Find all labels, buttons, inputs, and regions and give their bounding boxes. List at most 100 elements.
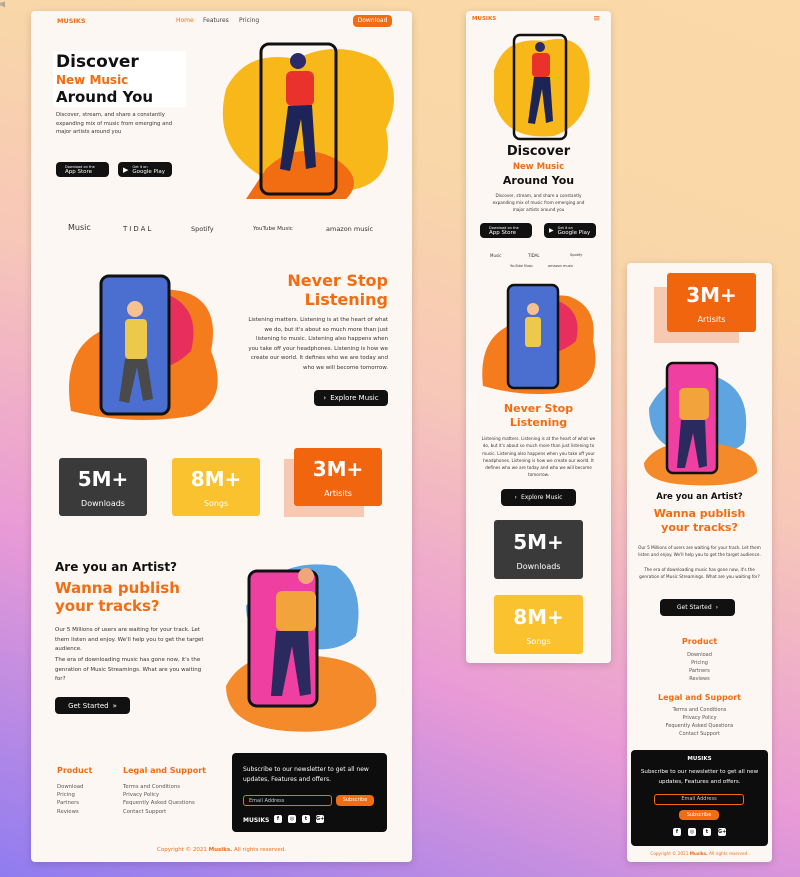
partner-amazon-music: amazon music [326,225,374,233]
twitter-icon[interactable]: t [703,828,711,836]
footer-legal-title: Legal and Support [658,693,741,702]
footer-link-partners[interactable]: Partners [57,799,83,807]
listen-body: Listening matters. Listening is at the h… [248,317,388,371]
googleplay-button[interactable]: ▶ Get it on Google Play [544,223,596,238]
footer-link-terms[interactable]: Terms and Conditions [627,706,772,714]
subscribe-button[interactable]: Subscribe [679,810,719,820]
get-started-label: Get Started [68,701,109,710]
stat-songs: 8M+ Songs [172,458,260,516]
appstore-button[interactable]: Download on the App Store [56,162,109,177]
play-icon: ▶ [123,165,129,174]
hero-line2: New Music [56,73,129,87]
brand-logo[interactable]: MUSIKS [472,16,496,22]
footer-link-reviews[interactable]: Reviews [57,808,83,816]
get-started-button[interactable]: Get Started › [660,599,735,616]
footer-link-privacy[interactable]: Privacy Policy [627,714,772,722]
stat-songs: 8M+ Songs [494,595,583,654]
footer-link-contact[interactable]: Contact Support [123,808,195,816]
partner-youtube-music: YouTube Music [510,264,534,268]
tablet-preview: MUSIKS ≡ Discover New Music Around You D… [466,11,611,663]
footer-link-faq[interactable]: Fequently Asked Questions [123,799,195,807]
stat-downloads: 5M+ Downloads [59,458,147,516]
twitter-icon[interactable]: t [302,815,310,823]
google-plus-icon[interactable]: G+ [316,815,324,823]
social-icons: f ◎ t G+ [274,815,324,823]
listen-title-1: Never Stop [287,271,388,290]
listen-title-2: Listening [509,416,568,429]
partner-spotify: Spotify [191,225,214,233]
hero-line1: Discover [56,52,139,72]
arrow-right-icon: › [514,494,517,501]
facebook-icon[interactable]: f [673,828,681,836]
email-input[interactable]: Email Address [243,795,332,806]
partner-apple-music: Music [490,253,502,258]
partner-tidal: TIDAL [528,253,540,258]
hero-description: Discover, stream, and share a constantly… [492,193,585,212]
instagram-icon[interactable]: ◎ [288,815,296,823]
artist-title-2: your tracks? [661,521,738,534]
footer-link-privacy[interactable]: Privacy Policy [123,791,195,799]
newsletter-text: Subscribe to our newsletter to get all n… [243,766,369,783]
footer-link-pricing[interactable]: Pricing [627,659,772,667]
nav-features[interactable]: Features [203,17,229,24]
artist-title-2: your tracks? [55,597,160,615]
footer-link-reviews[interactable]: Reviews [627,675,772,683]
favicon-glyph: 뻬 [0,2,6,9]
hamburger-menu-icon[interactable]: ≡ [593,14,601,24]
explore-music-button[interactable]: › Explore Music [314,390,388,406]
stat-artists: 3M+ Artisits [294,448,382,506]
hero-description: Discover, stream, and share a constantly… [56,112,173,135]
social-icons: f ◎ t G+ [673,828,726,836]
footer-product-title: Product [57,766,93,775]
footer-legal-list: Terms and Conditions Privacy Policy Fequ… [123,783,195,816]
footer-link-download[interactable]: Download [627,651,772,659]
newsletter-box: Subscribe to our newsletter to get all n… [232,753,387,832]
email-input[interactable]: Email Address [654,794,744,805]
play-icon: ▶ [549,227,554,234]
footer-legal-title: Legal and Support [123,766,206,775]
brand-logo[interactable]: MUSIKS [57,17,86,25]
arrow-right-icon: › [715,604,719,611]
footer-link-partners[interactable]: Partners [627,667,772,675]
newsletter-box: MUSIKS Subscribe to our newsletter to ge… [631,750,768,846]
hero-line2: New Music [512,162,565,172]
nav-pricing[interactable]: Pricing [239,17,259,24]
footer-link-pricing[interactable]: Pricing [57,791,83,799]
footer-legal-list: Terms and Conditions Privacy Policy Fequ… [627,706,772,738]
double-arrow-icon: » [112,701,117,710]
mobile-preview: 3M+ Artisits Are you an Artist? Wanna pub… [627,263,772,862]
google-plus-icon[interactable]: G+ [718,828,726,836]
footer-link-download[interactable]: Download [57,783,83,791]
hero-line3: Around You [56,88,154,106]
artist-question: Are you an Artist? [656,492,743,502]
stat-artists: 3M+ Artisits [667,273,756,332]
appstore-button[interactable]: Download on the App Store [480,223,532,238]
googleplay-button[interactable]: ▶ Get it on Google Play [118,162,172,177]
artist-title-1: Wanna publish [653,507,746,520]
subscribe-button[interactable]: Subscribe [336,795,374,806]
download-button[interactable]: Download [353,15,392,27]
footer-link-terms[interactable]: Terms and Conditions [123,783,195,791]
appstore-small: Download on the [65,164,95,169]
facebook-icon[interactable]: f [274,815,282,823]
listen-title-1: Never Stop [503,402,574,415]
arrow-right-icon: › [323,394,327,402]
listen-body: Listening matters. Listening is at the h… [481,436,596,478]
artist-illustration [644,361,758,486]
footer-product-title: Product [681,637,718,646]
hero-line3: Around You [502,174,575,187]
footer-link-contact[interactable]: Contact Support [627,730,772,738]
partner-apple-music: Music [68,223,91,232]
explore-music-label: Explore Music [330,394,379,402]
nav-home[interactable]: Home [176,17,194,24]
partner-youtube-music: YouTube Music [253,226,293,232]
footer-link-faq[interactable]: Fequently Asked Questions [627,722,772,730]
partner-spotify: Spotify [570,253,583,257]
explore-music-button[interactable]: › Explore Music [501,489,576,506]
copyright: Copyright © 2021 Musiks. All rights rese… [650,851,749,856]
stat-downloads: 5M+ Downloads [494,520,583,579]
partner-amazon-music: amazon music [548,264,574,268]
instagram-icon[interactable]: ◎ [688,828,696,836]
get-started-button[interactable]: Get Started» [55,697,130,714]
listening-illustration [69,274,218,420]
